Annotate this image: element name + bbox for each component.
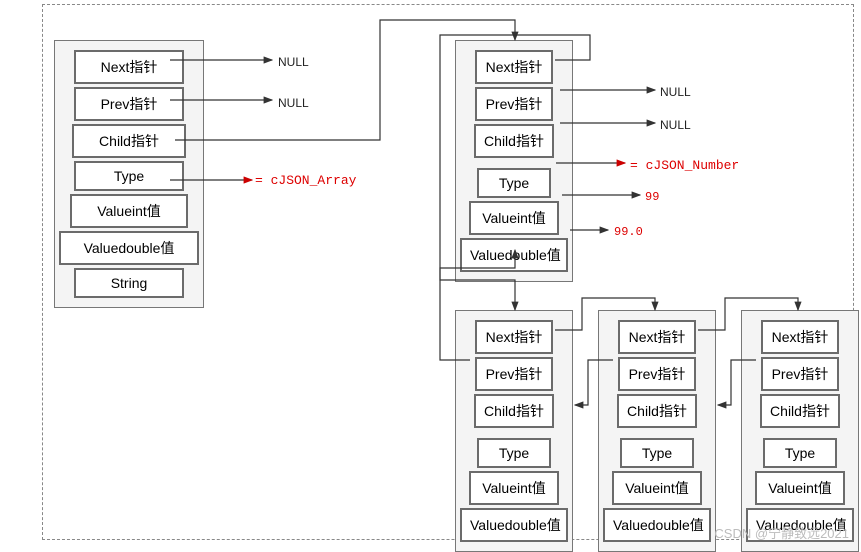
cell-valuedouble: Valuedouble值 [460,238,568,272]
node-child-1: Next指针 Prev指针 Child指针 Type Valueint值 Val… [455,40,573,282]
node-child-3: Next指针 Prev指针 Child指针 Type Valueint值 Val… [598,310,716,552]
cell-valueint: Valueint值 [612,471,702,505]
label-null-2: NULL [278,96,309,110]
cell-prev: Prev指针 [74,87,184,121]
cell-valueint: Valueint值 [755,471,845,505]
label-null-1: NULL [278,55,309,69]
cell-child: Child指针 [474,394,554,428]
diagram-canvas: Next指针 Prev指针 Child指针 Type Valueint值 Val… [0,0,861,548]
cell-next: Next指针 [74,50,184,84]
cell-next: Next指针 [761,320,839,354]
node-child-4: Next指针 Prev指针 Child指针 Type Valueint值 Val… [741,310,859,552]
cell-type: Type [477,168,551,198]
label-cjson-array: = cJSON_Array [255,173,356,188]
watermark: CSDN @宁静致远2021 [714,523,849,542]
cell-prev: Prev指针 [475,87,553,121]
cell-type: Type [74,161,184,191]
cell-next: Next指针 [475,320,553,354]
node-root: Next指针 Prev指针 Child指针 Type Valueint值 Val… [54,40,204,308]
cell-child: Child指针 [617,394,697,428]
label-99: 99 [645,190,659,204]
label-null-3: NULL [660,85,691,99]
cell-type: Type [477,438,551,468]
cell-next: Next指针 [475,50,553,84]
cell-valueint: Valueint值 [469,201,559,235]
cell-prev: Prev指针 [618,357,696,391]
cell-child: Child指针 [474,124,554,158]
cell-type: Type [763,438,837,468]
cell-valuedouble: Valuedouble值 [59,231,199,265]
label-null-4: NULL [660,118,691,132]
label-99-0: 99.0 [614,225,643,239]
cell-valueint: Valueint值 [70,194,188,228]
cell-next: Next指针 [618,320,696,354]
label-cjson-number: = cJSON_Number [630,158,739,173]
cell-type: Type [620,438,694,468]
cell-child: Child指针 [760,394,840,428]
cell-prev: Prev指针 [475,357,553,391]
cell-valuedouble: Valuedouble值 [460,508,568,542]
cell-valueint: Valueint值 [469,471,559,505]
cell-string: String [74,268,184,298]
cell-child: Child指针 [72,124,186,158]
cell-prev: Prev指针 [761,357,839,391]
node-child-2: Next指针 Prev指针 Child指针 Type Valueint值 Val… [455,310,573,552]
cell-valuedouble: Valuedouble值 [603,508,711,542]
